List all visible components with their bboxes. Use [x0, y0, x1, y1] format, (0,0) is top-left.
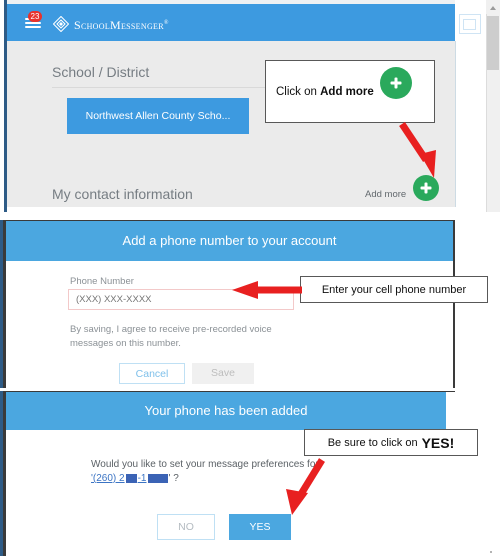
my-contact-information-heading: My contact information — [52, 186, 193, 202]
callout-click-yes-bold: YES! — [421, 434, 455, 451]
phone-number-link-middle[interactable]: -1 — [138, 473, 147, 484]
brand-wordmark: SchoolMessenger® — [74, 18, 169, 33]
arrow-to-yes-button — [286, 458, 325, 515]
add-more-label: Add more — [365, 189, 407, 200]
district-button[interactable]: Northwest Allen County Scho... — [67, 98, 249, 134]
arrow-to-phone-input — [232, 281, 302, 299]
phone-number-label: Phone Number — [70, 276, 134, 287]
redaction-block — [125, 474, 137, 483]
consent-text: By saving, I agree to receive pre-record… — [70, 324, 272, 349]
callout-click-yes: Be sure to click on YES! — [304, 429, 478, 456]
callout-enter-phone-text: Enter your cell phone number — [321, 283, 467, 296]
phone-number-link[interactable]: '(260) 2 — [91, 473, 125, 484]
scrollbar-thumb[interactable] — [487, 16, 499, 70]
app-header-bar: 23 SchoolMessenger® — [7, 4, 481, 41]
save-button[interactable]: Save — [192, 363, 254, 384]
callout-click-yes-prefix: Be sure to click on — [327, 436, 418, 449]
page-corner-dot — [490, 551, 492, 553]
no-button[interactable]: NO — [157, 514, 215, 540]
cancel-button[interactable]: Cancel — [119, 363, 185, 384]
redacted-phone-number: '(260) 2 -1 ' ? — [91, 473, 179, 484]
scrollbar-up-arrow-icon[interactable] — [486, 0, 500, 14]
callout-add-more-text: Click on Add more — [276, 86, 374, 98]
callout-add-more-bold: Add more — [320, 85, 374, 98]
callout-add-more-prefix: Click on — [276, 85, 321, 98]
phone-added-modal-title: Your phone has been added — [6, 392, 446, 430]
callout-plus-button-illustration — [380, 67, 412, 99]
brand-name: SchoolMessenger — [74, 18, 164, 32]
scrollbar[interactable] — [486, 0, 500, 212]
callout-enter-phone: Enter your cell phone number — [300, 276, 488, 303]
add-phone-modal: Add a phone number to your account Phone… — [3, 220, 455, 388]
arrow-to-add-more — [399, 122, 436, 178]
id-card-icon[interactable] — [459, 14, 481, 34]
school-district-heading: School / District — [52, 64, 150, 80]
add-phone-modal-title: Add a phone number to your account — [6, 221, 453, 261]
redaction-block — [147, 474, 168, 483]
notification-badge[interactable]: 23 — [28, 11, 42, 22]
brand-registered-mark: ® — [163, 20, 169, 26]
phone-number-suffix: ' ? — [168, 473, 179, 484]
schoolmessenger-logo-icon — [53, 16, 69, 32]
